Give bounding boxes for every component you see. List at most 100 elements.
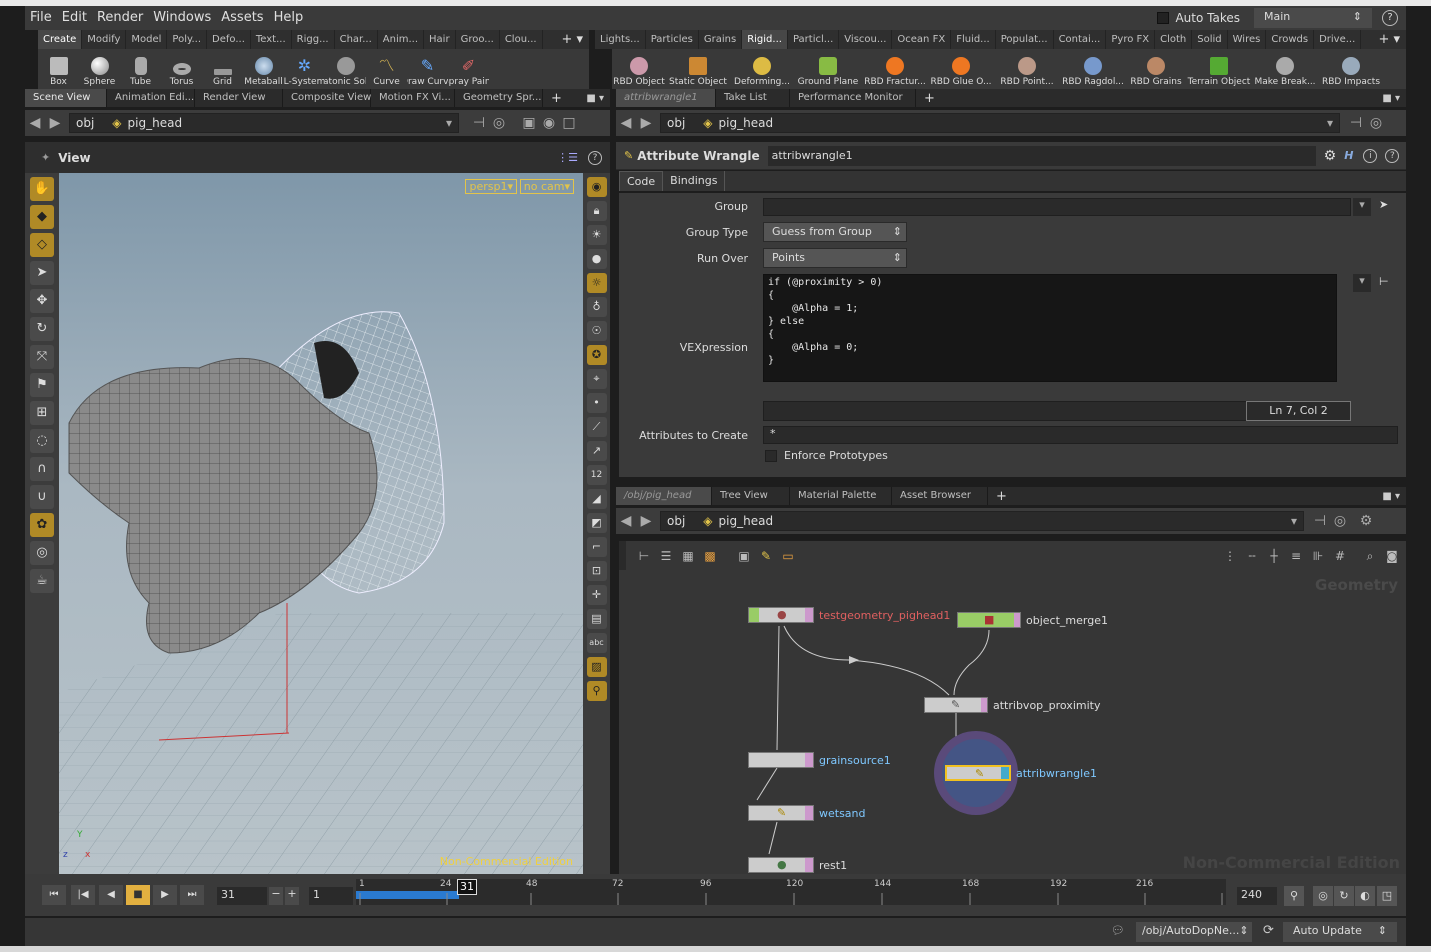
eye-icon[interactable]: ⌖ xyxy=(586,369,607,389)
shelf-tab[interactable]: Populat... xyxy=(996,30,1054,49)
make-breakable-tool[interactable]: Make Break... xyxy=(1252,49,1318,89)
shelf-tab[interactable]: Contai... xyxy=(1054,30,1107,49)
tab-motion-fx[interactable]: Motion FX Vi... xyxy=(371,89,455,107)
link-icon[interactable]: ◎ xyxy=(1366,113,1386,133)
image-icon[interactable]: ▣ xyxy=(736,548,752,564)
desktop-select[interactable]: Main ⇕ xyxy=(1254,8,1372,28)
sphere-shade-icon[interactable]: ● xyxy=(586,249,607,269)
light-icon[interactable]: ☼ xyxy=(586,273,607,293)
prim-icon[interactable]: ◢ xyxy=(586,489,607,509)
spreadsheet-icon[interactable]: ▦ xyxy=(680,548,696,564)
tab-network[interactable]: /obj/pig_head xyxy=(616,487,712,505)
back-icon[interactable]: ◀ xyxy=(616,113,636,133)
bulb-icon[interactable]: ♁ xyxy=(586,297,607,317)
rbd-point-tool[interactable]: RBD Point... xyxy=(994,49,1060,89)
node-rest[interactable]: ● rest1 xyxy=(748,857,847,873)
magnet-tool-icon[interactable]: ∪ xyxy=(30,485,54,509)
shelf-tab[interactable]: Solid xyxy=(1192,30,1228,49)
maximize-icon[interactable]: □ xyxy=(559,113,579,133)
normal-icon[interactable]: ⟋ xyxy=(586,417,607,437)
shelf-tab[interactable]: Char... xyxy=(335,30,378,49)
snap-icon[interactable]: ⊪ xyxy=(1310,548,1326,564)
sphere-tool[interactable]: Sphere xyxy=(79,49,120,89)
menu-edit[interactable]: Edit xyxy=(57,6,92,30)
rbd-ragdoll-tool[interactable]: RBD Ragdol... xyxy=(1060,49,1126,89)
group-field[interactable] xyxy=(763,198,1351,216)
add-shelf-icon[interactable]: + ▾ xyxy=(555,32,589,47)
torus-tool[interactable]: Torus xyxy=(161,49,202,89)
hda-icon[interactable]: H xyxy=(1344,149,1353,162)
list-icon[interactable]: ☰ xyxy=(658,548,674,564)
curve-tool[interactable]: 〽 Curve xyxy=(366,49,407,89)
edge-icon[interactable]: ⌐ xyxy=(586,537,607,557)
audio-icon[interactable]: ◐ xyxy=(1355,886,1375,906)
forward-icon[interactable]: ▶ xyxy=(636,113,656,133)
sticky-note-icon[interactable]: ✎ xyxy=(758,548,774,564)
auto-takes-checkbox[interactable] xyxy=(1157,12,1170,24)
tube-tool[interactable]: Tube xyxy=(120,49,161,89)
pane-menu-icon[interactable]: ■ ▾ xyxy=(1382,491,1400,502)
loop-icon[interactable]: ↻ xyxy=(1334,886,1354,906)
gear-icon[interactable]: ⚙ xyxy=(1356,511,1376,531)
rbd-grains-tool[interactable]: RBD Grains xyxy=(1126,49,1186,89)
sim-path-select[interactable]: /obj/AutoDopNe... ⇕ xyxy=(1136,922,1252,942)
link-icon[interactable]: ◎ xyxy=(489,113,509,133)
shelf-tab[interactable]: Particl... xyxy=(788,30,840,49)
handle-icon[interactable]: ✛ xyxy=(586,585,607,605)
tab-geometry-spreadsheet[interactable]: Geometry Spr... xyxy=(455,89,543,107)
vex-code-editor[interactable]: if (@proximity > 0) { @Alpha = 1; } else… xyxy=(763,274,1337,382)
shelf-tab[interactable]: Fluid... xyxy=(951,30,996,49)
pin-icon[interactable]: ⊣ xyxy=(1346,113,1366,133)
shelf-tab[interactable]: Drive... xyxy=(1314,30,1362,49)
node-attribvop[interactable]: ✎ attribvop_proximity xyxy=(924,697,1100,713)
frame-minus-icon[interactable]: − xyxy=(269,887,283,905)
node-testgeometry[interactable]: ● testgeometry_pighead1 xyxy=(748,607,950,623)
tab-attribwrangle[interactable]: attribwrangle1 xyxy=(616,89,716,107)
shelf-tab[interactable]: Ocean FX xyxy=(892,30,952,49)
shelf-tab[interactable]: Poly... xyxy=(167,30,208,49)
rbd-glue-tool[interactable]: RBD Glue O... xyxy=(928,49,994,89)
lock-icon[interactable]: 🔒︎ xyxy=(586,201,607,221)
realtime-icon[interactable]: ◎ xyxy=(1313,886,1333,906)
tab-performance-monitor[interactable]: Performance Monitor xyxy=(790,89,916,107)
tree-layout-icon[interactable]: ⊢ xyxy=(636,548,652,564)
snap-tool-icon[interactable]: ∩ xyxy=(30,457,54,481)
ground-plane-tool[interactable]: Ground Plane xyxy=(794,49,862,89)
snapshot-icon[interactable]: ▣ xyxy=(519,113,539,133)
scale-tool-icon[interactable]: ⤧ xyxy=(30,345,54,369)
select-arrow-icon[interactable]: ➤ xyxy=(1379,198,1388,211)
node-name-field[interactable]: attribwrangle1 xyxy=(767,145,1316,166)
frame-plus-icon[interactable]: + xyxy=(285,887,299,905)
forward-icon[interactable]: ▶ xyxy=(45,113,65,133)
update-mode-select[interactable]: Auto Update ⇕ xyxy=(1283,922,1397,942)
add-tab-icon[interactable]: + xyxy=(996,489,1007,504)
jump-end-icon[interactable]: ⏭ xyxy=(180,885,204,905)
end-frame-field[interactable]: 240 xyxy=(1237,887,1277,905)
path-dropdown-icon[interactable]: ▾ xyxy=(1327,116,1333,130)
shelf-tab[interactable]: Defo... xyxy=(207,30,251,49)
tab-material-palette[interactable]: Material Palette xyxy=(790,487,892,505)
shelf-tab[interactable]: Groo... xyxy=(456,30,500,49)
tab-asset-browser[interactable]: Asset Browser xyxy=(892,487,988,505)
pin-icon[interactable]: ⊣ xyxy=(469,113,489,133)
menu-file[interactable]: File xyxy=(25,6,57,30)
code-dropdown-icon[interactable]: ▾ xyxy=(1353,274,1371,292)
play-reverse-icon[interactable]: ◀ xyxy=(99,885,123,905)
shelf-tab[interactable]: Clou... xyxy=(500,30,543,49)
tab-tree-view[interactable]: Tree View xyxy=(712,487,790,505)
timeline-scrubber[interactable]: 1 24 48 72 96 120 144 168 192 216 31 xyxy=(356,879,1226,905)
zoom-icon[interactable]: ⌕ xyxy=(1362,548,1378,564)
tab-animation-editor[interactable]: Animation Edi... xyxy=(107,89,195,107)
shelf-tab[interactable]: Crowds xyxy=(1266,30,1315,49)
stack-icon[interactable]: ┼ xyxy=(1266,548,1282,564)
3d-viewport[interactable]: z Y x persp1▾ no cam▾ Non-Commercial Edi… xyxy=(59,173,583,874)
add-tab-icon[interactable]: + xyxy=(924,91,935,106)
face-icon[interactable]: ◩ xyxy=(586,513,607,533)
shelf-tab[interactable]: Pyro FX xyxy=(1106,30,1156,49)
shelf-tab[interactable]: Rigg... xyxy=(292,30,335,49)
shelf-tab[interactable]: Model xyxy=(126,30,168,49)
path-dropdown-icon[interactable]: ▾ xyxy=(446,116,452,130)
global-anim-icon[interactable]: ◳ xyxy=(1377,886,1397,906)
grid-tool[interactable]: Grid xyxy=(202,49,243,89)
render-region-icon[interactable]: ◎ xyxy=(30,541,54,565)
